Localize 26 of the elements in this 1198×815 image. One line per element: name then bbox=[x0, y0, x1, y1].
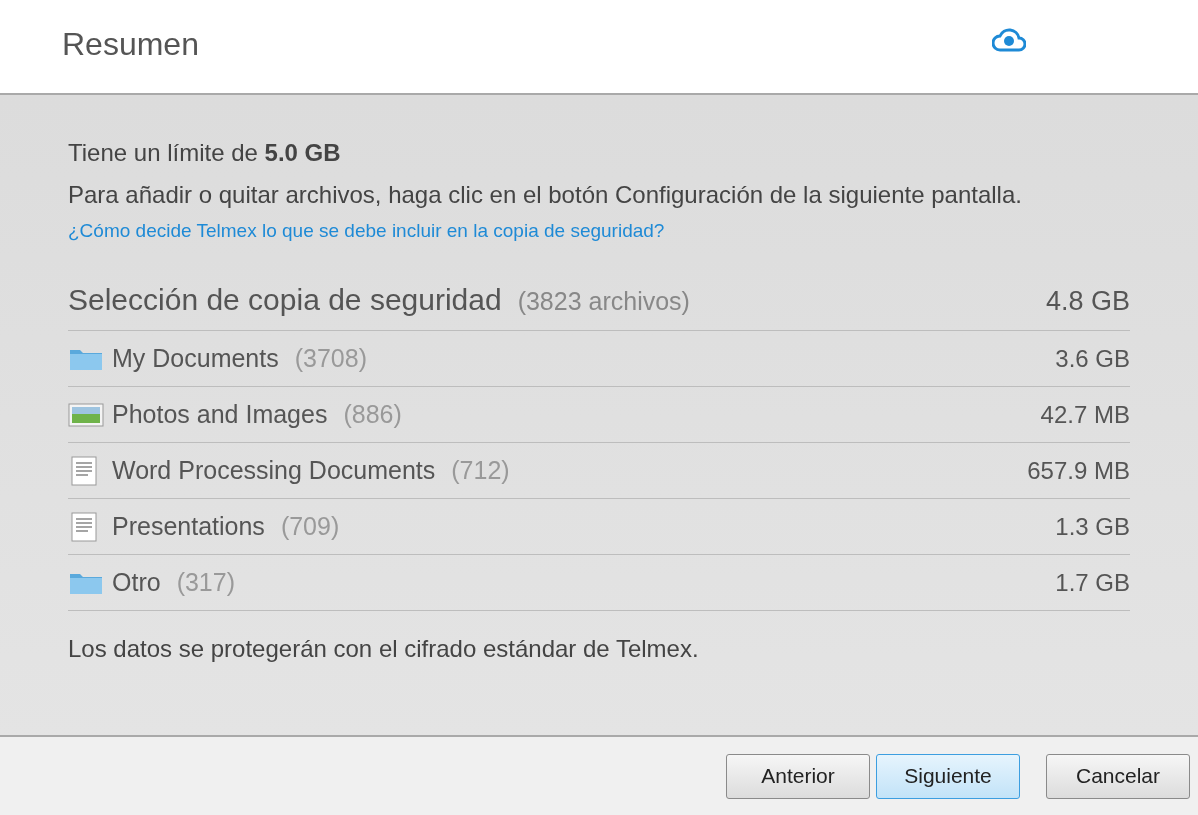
dialog-button[interactable]: Cancelar bbox=[1046, 753, 1190, 799]
selection-title: Selección de copia de seguridad bbox=[68, 282, 502, 318]
dialog-button[interactable]: Siguiente bbox=[876, 753, 1020, 799]
category-count: (3708) bbox=[294, 342, 367, 374]
category-count: (712) bbox=[451, 454, 510, 486]
category-size: 1.7 GB bbox=[1055, 567, 1130, 598]
photo-icon bbox=[68, 401, 104, 428]
encryption-note: Los datos se protegerán con el cifrado estándar de Telmex. bbox=[68, 634, 700, 664]
category-count: (709) bbox=[280, 510, 340, 542]
dialog-button[interactable]: Anterior bbox=[726, 753, 870, 799]
category-name: Photos and Images bbox=[112, 398, 328, 430]
category-name: Presentations bbox=[112, 510, 265, 542]
window-title: Resumen bbox=[62, 25, 199, 64]
instructions-text: Para añadir o quitar archivos, haga clic en el botón Configuración de la siguiente pantalla. bbox=[68, 180, 1023, 210]
category-name: Otro bbox=[112, 566, 161, 598]
category-count: (886) bbox=[343, 398, 402, 430]
category-size: 1.3 GB bbox=[1055, 511, 1130, 542]
category-size: 3.6 GB bbox=[1055, 343, 1130, 374]
category-count: (317) bbox=[176, 566, 235, 598]
storage-limit-text: Tiene un límite de 5.0 GB bbox=[68, 138, 342, 168]
category-name: Word Processing Documents bbox=[112, 454, 436, 486]
selection-size: 4.8 GB bbox=[1045, 285, 1130, 318]
selection-count: (3823 archivos) bbox=[517, 286, 690, 317]
category-size: 42.7 MB bbox=[1040, 399, 1130, 430]
category-name: My Documents bbox=[112, 342, 279, 374]
category-size: 657.9 MB bbox=[1027, 455, 1130, 486]
